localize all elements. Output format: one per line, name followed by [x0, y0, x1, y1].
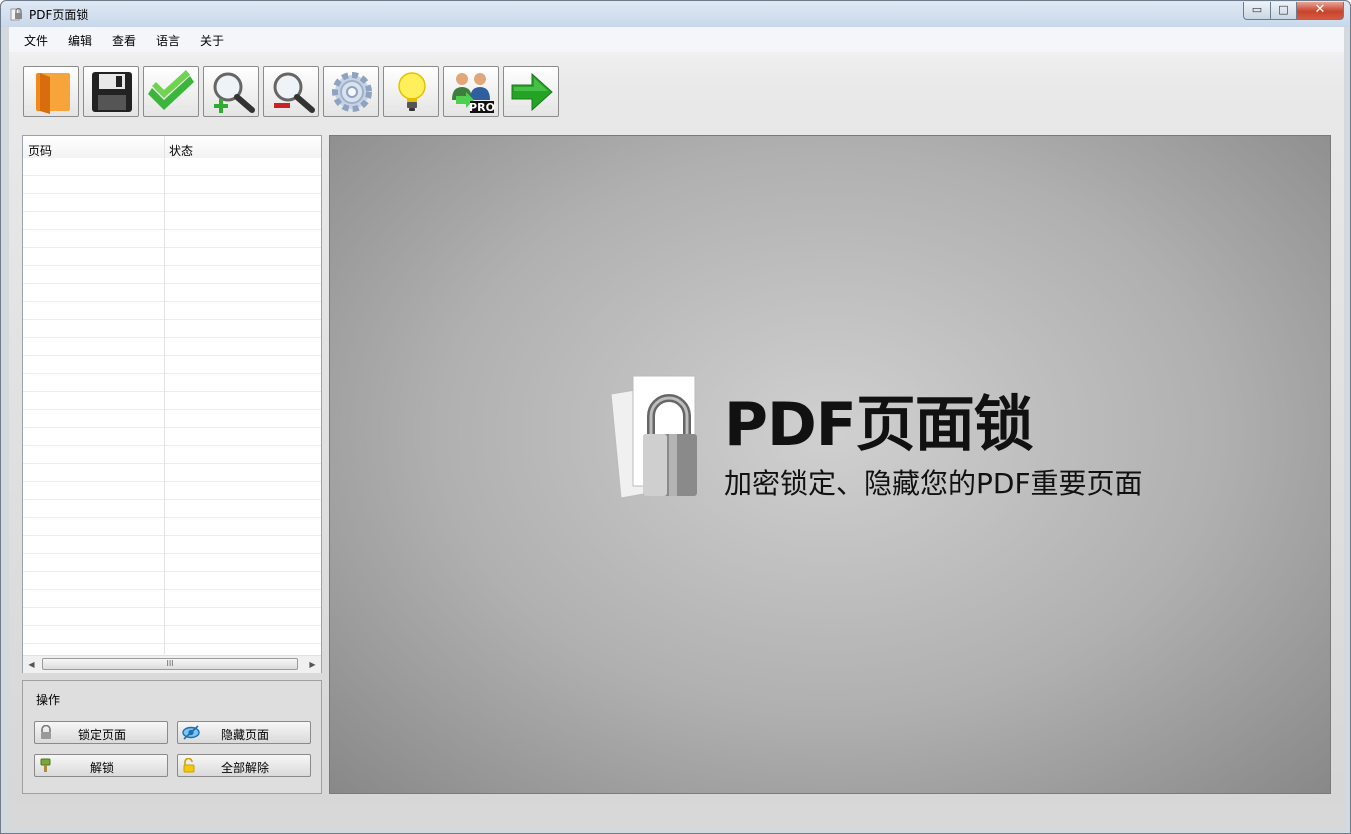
- logo-lock-icon: [610, 375, 697, 499]
- column-divider: [164, 136, 165, 654]
- app-lock-icon: [10, 7, 22, 21]
- save-button[interactable]: [83, 66, 139, 117]
- logo-title: PDF页面锁: [724, 390, 1034, 460]
- window-title: PDF页面锁: [29, 8, 89, 22]
- zoom-in-icon: [213, 72, 255, 113]
- column-page-number[interactable]: 页码: [28, 142, 52, 159]
- horizontal-scrollbar[interactable]: ◀ III ▶: [23, 655, 321, 673]
- open-button[interactable]: [23, 66, 79, 117]
- pro-badge: PRO: [469, 101, 495, 114]
- operations-group: 操作 锁定页面 隐藏页面 解锁 全部解除: [22, 680, 322, 794]
- arrow-right-icon: [511, 72, 553, 112]
- status-bar: [9, 801, 1344, 827]
- close-button[interactable]: ✕: [1296, 2, 1344, 20]
- menu-bar: 文件 编辑 查看 语言 关于: [9, 27, 1344, 52]
- zoom-out-button[interactable]: [263, 66, 319, 117]
- logo-subtitle: 加密锁定、隐藏您的PDF重要页面: [724, 467, 1143, 500]
- hide-page-button[interactable]: 隐藏页面: [177, 721, 311, 744]
- menu-edit[interactable]: 编辑: [68, 32, 92, 49]
- menu-file[interactable]: 文件: [24, 32, 48, 49]
- unlock-button[interactable]: 解锁: [34, 754, 168, 777]
- lightbulb-icon: [398, 72, 426, 111]
- zoom-out-icon: [273, 72, 315, 113]
- zoom-in-button[interactable]: [203, 66, 259, 117]
- pro-users-icon: PRO: [452, 73, 495, 114]
- maximize-button[interactable]: □: [1270, 2, 1297, 20]
- open-folder-icon: [36, 73, 70, 114]
- page-list-rows: [23, 158, 321, 654]
- scroll-right-icon[interactable]: ▶: [304, 656, 321, 673]
- apply-button[interactable]: [143, 66, 199, 117]
- minimize-button[interactable]: ▭: [1243, 2, 1271, 20]
- next-button[interactable]: [503, 66, 559, 117]
- page-list-header: 页码 状态: [23, 136, 321, 159]
- title-bar[interactable]: PDF页面锁 ▭ □ ✕: [1, 1, 1350, 27]
- page-list[interactable]: 页码 状态 ◀ III ▶: [22, 135, 322, 673]
- menu-language[interactable]: 语言: [156, 32, 180, 49]
- client-area: 文件 编辑 查看 语言 关于 PRO 页码 状态 ◀ III ▶ 操作 锁定页面…: [9, 27, 1344, 827]
- unlock-all-button[interactable]: 全部解除: [177, 754, 311, 777]
- column-status[interactable]: 状态: [169, 142, 193, 159]
- pro-upgrade-button[interactable]: PRO: [443, 66, 499, 117]
- save-icon: [92, 72, 132, 112]
- menu-about[interactable]: 关于: [200, 32, 224, 49]
- settings-button[interactable]: [323, 66, 379, 117]
- menu-view[interactable]: 查看: [112, 32, 136, 49]
- operations-title: 操作: [36, 693, 61, 707]
- lock-page-button[interactable]: 锁定页面: [34, 721, 168, 744]
- scroll-left-icon[interactable]: ◀: [23, 656, 40, 673]
- scroll-thumb[interactable]: III: [42, 658, 298, 670]
- app-window: PDF页面锁 ▭ □ ✕ 文件 编辑 查看 语言 关于 PRO 页码 状态 ◀ …: [0, 0, 1351, 834]
- preview-area[interactable]: PDF页面锁 加密锁定、隐藏您的PDF重要页面: [329, 135, 1331, 794]
- checkmark-icon: [148, 70, 194, 110]
- gear-icon: [332, 72, 372, 112]
- tips-button[interactable]: [383, 66, 439, 117]
